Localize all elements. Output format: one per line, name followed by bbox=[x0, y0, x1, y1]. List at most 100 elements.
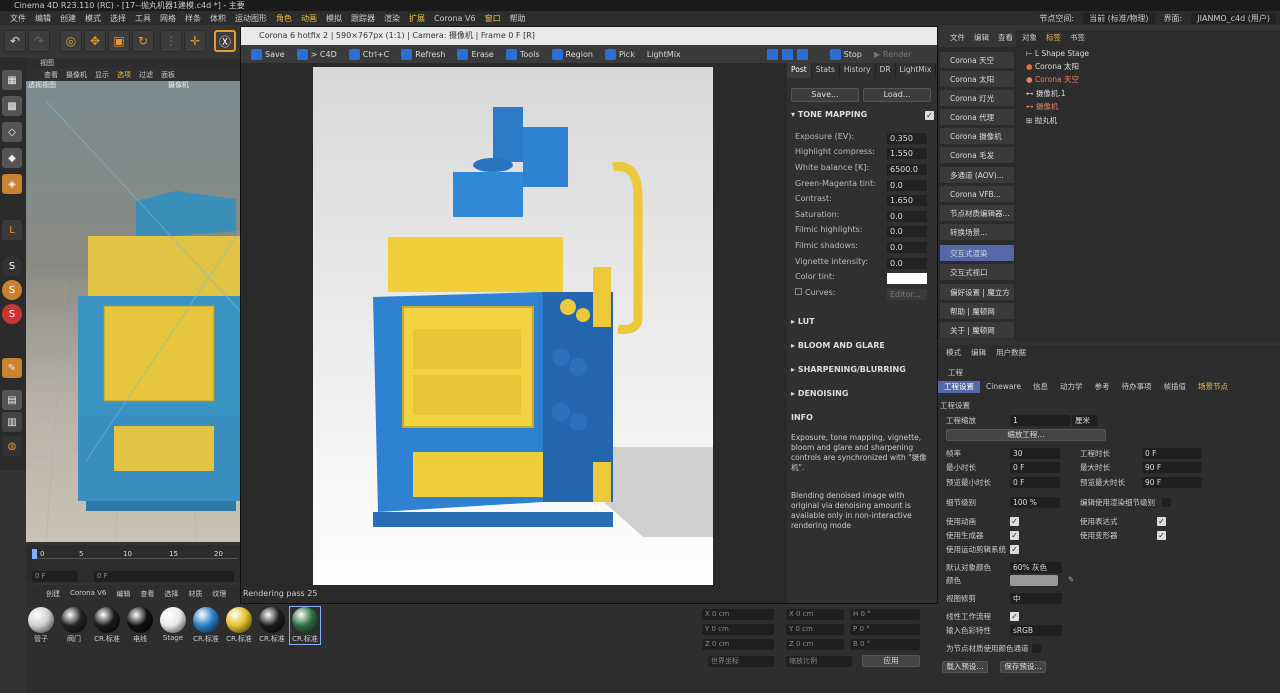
playhead[interactable] bbox=[32, 549, 37, 559]
vfb-to-c4d-button[interactable]: > C4D bbox=[293, 47, 341, 61]
material-item[interactable]: Stage bbox=[158, 607, 188, 642]
tone-mapping-header[interactable]: ▾ TONE MAPPING bbox=[791, 110, 867, 119]
tab-history[interactable]: History bbox=[840, 63, 876, 78]
material-item[interactable]: 管子 bbox=[26, 607, 56, 644]
texture-mode-icon[interactable]: ▩ bbox=[2, 96, 22, 116]
vp-menu-options[interactable]: 选项 bbox=[117, 70, 131, 80]
rot-b-field[interactable]: B 0 ° bbox=[850, 639, 920, 650]
use-motion-checkbox[interactable]: ✓ bbox=[1010, 545, 1019, 554]
vfb-stop-button[interactable]: Stop bbox=[826, 47, 866, 61]
object-item[interactable]: ⊷ 摄像机 bbox=[1026, 101, 1058, 113]
denoising-header[interactable]: ▸ DENOISING bbox=[791, 389, 848, 398]
menu-tracker[interactable]: 跟踪器 bbox=[351, 13, 375, 24]
mat-menu-edit[interactable]: 编辑 bbox=[116, 589, 130, 601]
cmd-help[interactable]: 帮助 | 魔顿网 bbox=[940, 303, 1014, 320]
obj-menu-bookmarks[interactable]: 书签 bbox=[1070, 32, 1085, 43]
vfb-tools-button[interactable]: Tools bbox=[502, 47, 544, 61]
cmd-corona-sun[interactable]: Corona 太阳 bbox=[940, 71, 1014, 88]
edges-mode-icon[interactable]: ◆ bbox=[2, 148, 22, 168]
post-save-button[interactable]: Save... bbox=[791, 88, 859, 102]
rot-p-field[interactable]: P 0 ° bbox=[850, 624, 920, 635]
mat-menu-select[interactable]: 选择 bbox=[164, 589, 178, 601]
object-item[interactable]: ● Corona 太阳 bbox=[1026, 61, 1079, 73]
vp-menu-display[interactable]: 显示 bbox=[95, 70, 109, 80]
use-gen-checkbox[interactable]: ✓ bbox=[1010, 531, 1019, 540]
tab-lightmix[interactable]: LightMix bbox=[896, 63, 937, 78]
white-balance-field[interactable]: 6500.0 bbox=[887, 164, 927, 175]
vp-menu-panel[interactable]: 面板 bbox=[161, 70, 175, 80]
linear-workflow-checkbox[interactable]: ✓ bbox=[1010, 612, 1019, 621]
snap-icon[interactable]: S bbox=[2, 256, 22, 276]
vignette-field[interactable]: 0.0 bbox=[887, 258, 927, 269]
saturation-field[interactable]: 0.0 bbox=[887, 211, 927, 222]
material-item[interactable]: 阀门 bbox=[59, 607, 89, 644]
vfb-region-button[interactable]: Region bbox=[548, 47, 597, 61]
timeline-ruler[interactable] bbox=[32, 551, 238, 559]
tone-mapping-checkbox[interactable]: ✓ bbox=[925, 111, 934, 120]
axis-icon[interactable]: ✛ bbox=[184, 30, 206, 52]
workplane-icon[interactable]: S bbox=[2, 304, 22, 324]
axis-mode-icon[interactable]: L bbox=[2, 220, 22, 240]
model-mode-icon[interactable]: ▦ bbox=[2, 70, 22, 90]
lock-x-icon[interactable]: Ⓧ bbox=[214, 30, 236, 52]
material-item[interactable]: CR.标准 bbox=[191, 607, 221, 644]
vfb-lightmix-button[interactable]: LightMix bbox=[643, 47, 685, 61]
curves-checkbox[interactable] bbox=[795, 288, 802, 295]
menu-mode[interactable]: 模式 bbox=[85, 13, 101, 24]
vfb-render-button[interactable]: ▶ Render bbox=[870, 47, 916, 61]
min-time-field[interactable]: 0 F bbox=[1010, 462, 1060, 473]
curves-editor-button[interactable]: Editor... bbox=[887, 289, 927, 300]
polygon-mode-icon[interactable]: ◈ bbox=[2, 174, 22, 194]
project-time-field[interactable]: 0 F bbox=[1142, 448, 1202, 459]
obj-menu-file[interactable]: 文件 bbox=[950, 32, 965, 43]
menu-file[interactable]: 文件 bbox=[10, 13, 26, 24]
color-tint-swatch[interactable] bbox=[887, 273, 927, 284]
menu-help[interactable]: 帮助 bbox=[510, 13, 526, 24]
preview-max-field[interactable]: 90 F bbox=[1142, 477, 1202, 488]
workplane-grid-icon[interactable]: ▥ bbox=[2, 412, 22, 432]
tab-stats[interactable]: Stats bbox=[812, 63, 840, 78]
rotate-icon[interactable]: ↻ bbox=[132, 30, 154, 52]
scale-field[interactable]: 1 bbox=[1010, 415, 1070, 426]
rot-h-field[interactable]: H 0 ° bbox=[850, 609, 920, 620]
obj-menu-view[interactable]: 查看 bbox=[998, 32, 1013, 43]
object-item[interactable]: ⊞ 抛丸机 bbox=[1026, 115, 1057, 127]
cmd-corona-camera[interactable]: Corona 摄像机 bbox=[940, 128, 1014, 145]
vfb-save-button[interactable]: Save bbox=[247, 47, 289, 61]
vp-menu-view[interactable]: 查看 bbox=[44, 70, 58, 80]
filmic-shadows-field[interactable]: 0.0 bbox=[887, 242, 927, 253]
node-color-checkbox[interactable] bbox=[1032, 644, 1041, 653]
tab-project-settings[interactable]: 工程设置 bbox=[938, 381, 980, 393]
render-image[interactable] bbox=[313, 67, 713, 585]
vfb-copy-button[interactable]: Ctrl+C bbox=[345, 47, 394, 61]
attr-menu-userdata[interactable]: 用户数据 bbox=[996, 347, 1026, 359]
view-clip-select[interactable]: 中 bbox=[1010, 593, 1062, 604]
material-item[interactable]: CR.标准 bbox=[224, 607, 254, 644]
tab-info[interactable]: 信息 bbox=[1027, 381, 1054, 393]
tab-reference[interactable]: 参考 bbox=[1088, 381, 1115, 393]
mat-menu-material[interactable]: 材质 bbox=[188, 589, 202, 601]
material-item[interactable]: CR.标准 bbox=[92, 607, 122, 644]
highlight-field[interactable]: 1.550 bbox=[887, 148, 927, 159]
object-item[interactable]: ⊷ 摄像机.1 bbox=[1026, 88, 1066, 100]
default-color-select[interactable]: 60% 灰色 bbox=[1010, 562, 1062, 573]
pos-z-field[interactable]: Z 0 cm bbox=[702, 639, 774, 650]
exposure-field[interactable]: 0.350 bbox=[887, 133, 927, 144]
preview-min-field[interactable]: 0 F bbox=[1010, 477, 1060, 488]
lock-workplane-icon[interactable]: ◍ bbox=[2, 436, 22, 456]
scale-mode-select[interactable]: 缩放比例 bbox=[786, 656, 852, 667]
material-item[interactable]: CR.标准 bbox=[257, 607, 287, 644]
use-anim-checkbox[interactable]: ✓ bbox=[1010, 517, 1019, 526]
object-item[interactable]: ⊢ L Shape Stage bbox=[1026, 48, 1089, 60]
pos-x-field[interactable]: X 0 cm bbox=[702, 609, 774, 620]
timeline[interactable]: 0 5 10 15 20 0 F 0 F bbox=[26, 545, 240, 583]
mat-menu-corona[interactable]: Corona V6 bbox=[70, 589, 106, 601]
viewport[interactable]: 视图 查看 摄像机 显示 选项 过滤 面板 透视视图 摄像机 bbox=[26, 58, 240, 542]
menu-character[interactable]: 角色 bbox=[276, 13, 292, 24]
cmd-corona-light[interactable]: Corona 灯光 bbox=[940, 90, 1014, 107]
tab-dr[interactable]: DR bbox=[876, 63, 896, 78]
use-expr-checkbox[interactable]: ✓ bbox=[1157, 517, 1166, 526]
cmd-about[interactable]: 关于 | 魔顿网 bbox=[940, 322, 1014, 339]
obj-menu-edit[interactable]: 编辑 bbox=[974, 32, 989, 43]
viewport-canvas[interactable]: 透视视图 摄像机 bbox=[26, 81, 240, 542]
